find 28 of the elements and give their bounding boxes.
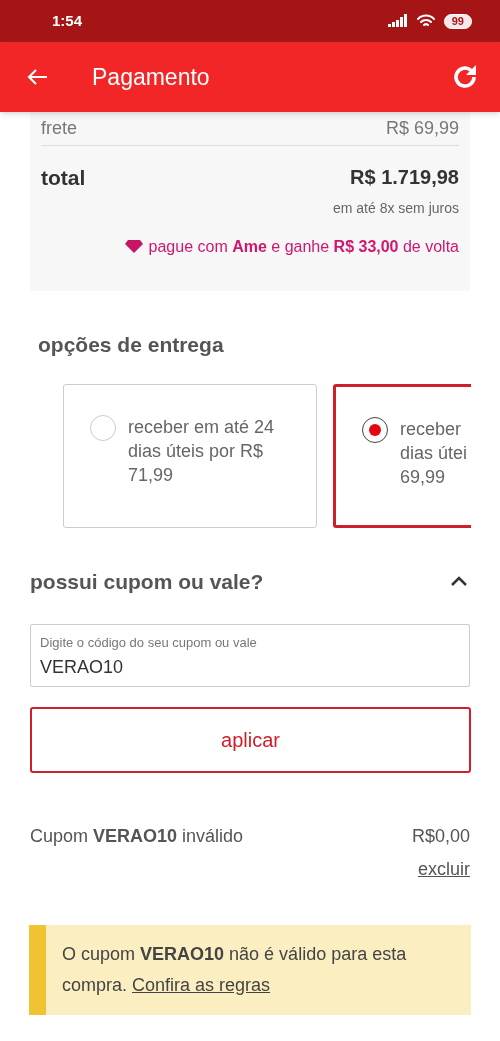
delivery-option-text: receber em até 24 dias úteis por R$ 71,99 (128, 416, 275, 487)
total-label: total (41, 165, 86, 191)
cashback-text: pague com Ame e ganhe R$ 33,00 de volta (148, 236, 459, 257)
shipping-value: R$ 69,99 (385, 117, 459, 140)
coupon-input-field[interactable]: Digite o código do seu cupom ou vale VERAO10 (30, 623, 470, 687)
total-value: R$ 1.719,98 (350, 165, 459, 190)
chevron-up-icon (450, 576, 468, 588)
delivery-option-card[interactable]: receber em até 24 dias úteis por R$ 71,99 (63, 384, 317, 528)
delivery-option-card[interactable]: receber dias útei 69,99 (333, 384, 471, 528)
delivery-option-text: receber dias útei 69,99 (400, 418, 468, 489)
installments-text: em até 8x sem juros (332, 198, 459, 218)
apply-button[interactable]: aplicar (30, 706, 471, 773)
gem-icon (124, 240, 143, 253)
coupon-result-text: Cupom VERAO10 inválido (30, 824, 244, 848)
page-title: Pagamento (92, 62, 211, 92)
signal-icon (387, 14, 408, 28)
refresh-icon (451, 63, 479, 91)
section-title: opções de entrega (38, 331, 225, 358)
alert-message: O cupom VERAO10 não é válido para esta compra. Confira as regras (62, 942, 408, 997)
coupon-discount-value: R$0,00 (411, 824, 470, 848)
remove-link[interactable]: excluir (418, 855, 470, 883)
back-arrow-icon (26, 68, 48, 86)
wifi-icon (415, 13, 436, 29)
rules-link[interactable]: Confira as regras (132, 974, 271, 995)
section-title: possui cupom ou vale? (30, 569, 264, 595)
shipping-label: frete (41, 117, 78, 140)
status-time: 1:54 (52, 10, 83, 31)
battery-indicator: 99 (443, 13, 472, 29)
